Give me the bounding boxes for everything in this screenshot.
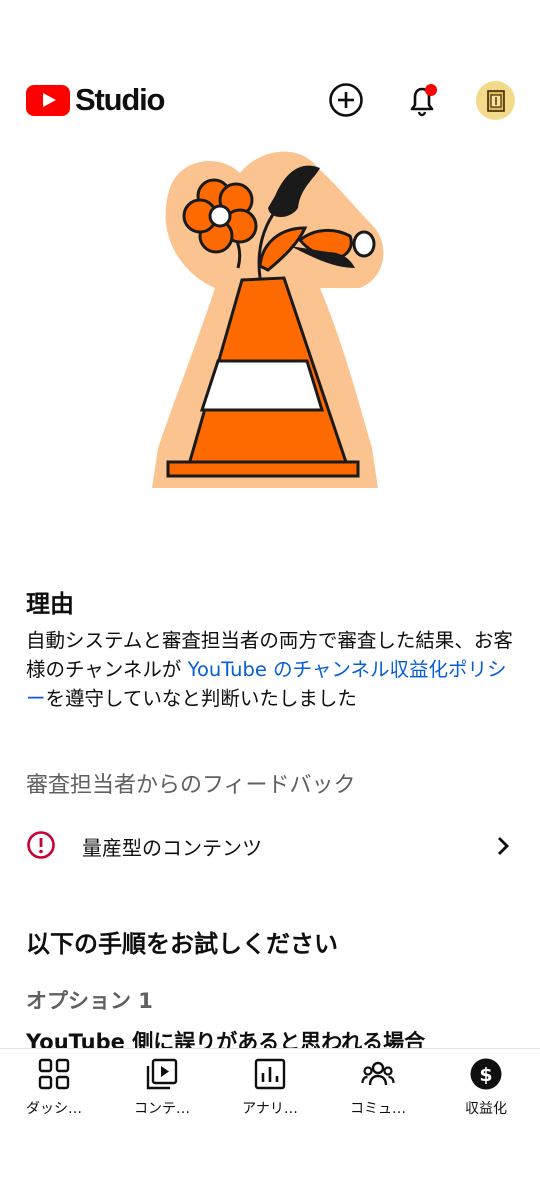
nav-label-monetization: 収益化 — [465, 1101, 507, 1117]
monetization-icon: $ — [470, 1058, 502, 1090]
bell-icon — [410, 84, 437, 117]
option-label: オプション 1 — [26, 989, 153, 1013]
traffic-cone-illustration — [152, 151, 384, 489]
nav-label-community: コミュ… — [350, 1101, 406, 1117]
feedback-item-label: 量産型のコンテンツ — [82, 836, 262, 860]
nav-item-community[interactable]: コミュ… — [324, 1049, 432, 1125]
bottom-navigation: ダッシ… コンテ… アナリ… コミュ… $ 収益化 — [0, 1048, 540, 1124]
reason-title: 理由 — [26, 590, 74, 618]
plus-circle-icon — [329, 83, 363, 117]
analytics-icon — [254, 1058, 286, 1090]
logo-text: Studio — [75, 82, 165, 117]
cone-base — [166, 460, 360, 478]
option-text: YouTube 側に誤りがあると思われる場合 — [26, 1030, 426, 1050]
youtube-play-icon — [26, 84, 70, 116]
nav-label-content: コンテ… — [134, 1101, 190, 1117]
youtube-studio-logo[interactable]: Studio — [26, 82, 165, 118]
nav-item-dashboard[interactable]: ダッシ… — [0, 1049, 108, 1125]
reason-text: 自動システムと審査担当者の両方で審査した結果、お客様のチャンネルが YouTub… — [26, 626, 516, 713]
chevron-right-icon — [498, 837, 509, 855]
community-icon — [361, 1061, 395, 1086]
feedback-heading: 審査担当者からのフィードバック — [26, 773, 356, 798]
cone-stripe — [199, 359, 325, 412]
dashboard-icon — [38, 1058, 70, 1090]
notifications-button[interactable] — [402, 80, 442, 120]
nav-item-analytics[interactable]: アナリ… — [216, 1049, 324, 1125]
steps-title: 以下の手順をお試しください — [26, 930, 338, 958]
nav-label-analytics: アナリ… — [242, 1101, 298, 1117]
svg-text:$: $ — [479, 1064, 492, 1086]
alert-circle-icon — [27, 831, 55, 859]
nav-item-monetization[interactable]: $ 収益化 — [432, 1049, 540, 1125]
avatar-image-icon — [486, 89, 505, 112]
create-button[interactable] — [326, 80, 366, 120]
app-header: Studio — [0, 72, 540, 128]
nav-item-content[interactable]: コンテ… — [108, 1049, 216, 1125]
feedback-item-row[interactable]: 量産型のコンテンツ — [0, 820, 540, 872]
content-icon — [146, 1058, 178, 1090]
nav-label-dashboard: ダッシ… — [26, 1101, 82, 1117]
reason-text-after: を遵守していなと判断いたしました — [45, 687, 357, 710]
account-avatar[interactable] — [476, 81, 515, 120]
